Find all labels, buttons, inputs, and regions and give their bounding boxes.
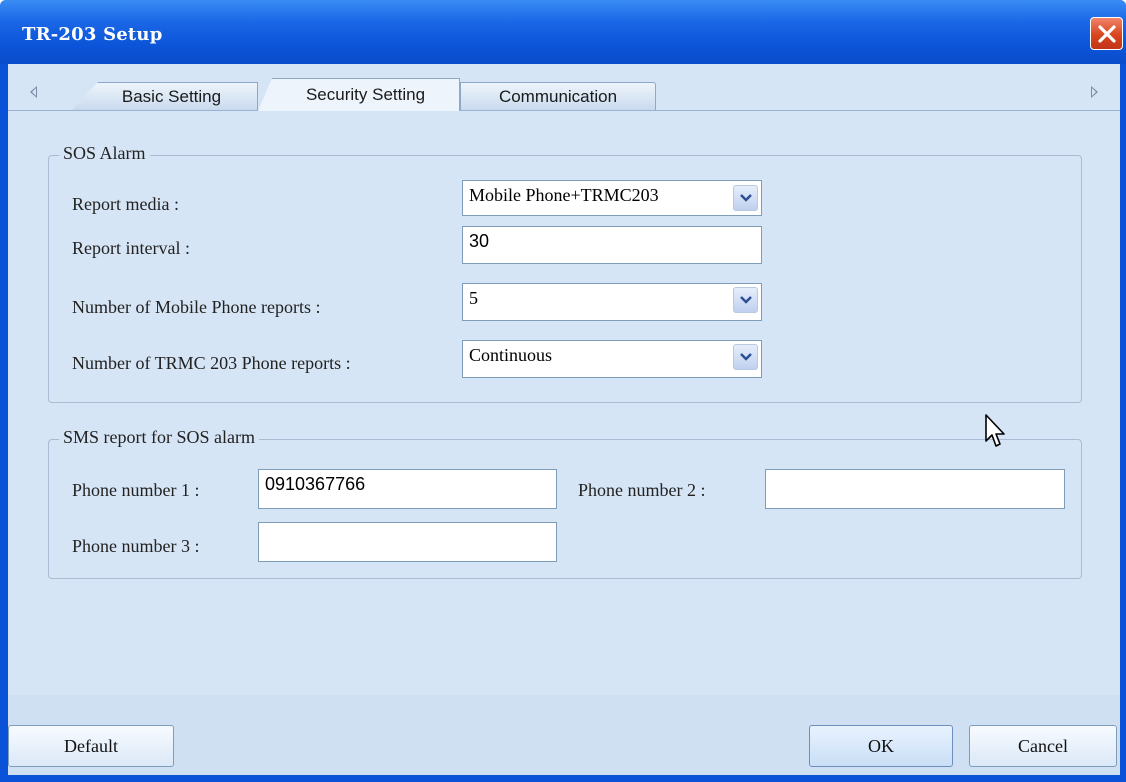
report-media-select[interactable]: Mobile Phone+TRMC203 <box>462 180 762 216</box>
tab-label: Security Setting <box>305 85 426 104</box>
report-interval-label: Report interval : <box>72 238 190 258</box>
dropdown-button[interactable] <box>733 344 758 370</box>
tab-label: Basic Setting <box>121 86 222 106</box>
phone-number-1-input[interactable]: 0910367766 <box>258 469 557 509</box>
tab-label: Communication <box>498 86 618 106</box>
chevron-down-icon <box>740 296 752 304</box>
dropdown-button[interactable] <box>733 185 758 211</box>
tab-strip: Basic Setting Security Setting Communica… <box>8 64 1120 111</box>
phone-number-2-label: Phone number 2 : <box>578 480 706 500</box>
sms-report-legend: SMS report for SOS alarm <box>59 427 259 448</box>
setup-dialog: TR-203 Setup Basic Setting Security Sett… <box>0 0 1126 782</box>
report-media-value: Mobile Phone+TRMC203 <box>469 185 659 205</box>
report-media-label: Report media : <box>72 194 179 214</box>
mobile-reports-value: 5 <box>469 288 478 308</box>
close-button[interactable] <box>1090 17 1123 50</box>
report-interval-value: 30 <box>469 231 490 251</box>
mouse-cursor-icon <box>985 414 1005 447</box>
ok-button[interactable]: OK <box>809 725 953 767</box>
cancel-button[interactable]: Cancel <box>969 725 1117 767</box>
trmc-reports-value: Continuous <box>469 345 553 365</box>
chevron-down-icon <box>740 353 752 361</box>
phone-number-3-input[interactable] <box>258 522 557 562</box>
sos-alarm-legend: SOS Alarm <box>59 143 150 164</box>
tab-security-setting[interactable]: Security Setting <box>258 78 460 111</box>
chevron-down-icon <box>740 194 752 202</box>
security-setting-panel: SOS Alarm Report media : Mobile Phone+TR… <box>8 110 1120 695</box>
phone-number-1-label: Phone number 1 : <box>72 480 200 500</box>
dialog-footer: Default OK Cancel <box>8 695 1120 775</box>
sms-report-group: SMS report for SOS alarm Phone number 1 … <box>48 427 1082 579</box>
scroll-right-icon[interactable] <box>1091 86 1098 98</box>
window-title: TR-203 Setup <box>22 24 163 45</box>
scroll-left-icon[interactable] <box>30 86 37 98</box>
mobile-reports-label: Number of Mobile Phone reports : <box>72 297 321 317</box>
phone-number-3-label: Phone number 3 : <box>72 536 200 556</box>
sos-alarm-group: SOS Alarm Report media : Mobile Phone+TR… <box>48 143 1082 403</box>
trmc-reports-select[interactable]: Continuous <box>462 340 762 378</box>
tab-basic-setting[interactable]: Basic Setting <box>72 82 258 110</box>
phone-number-1-value: 0910367766 <box>265 474 366 494</box>
default-button[interactable]: Default <box>8 725 174 767</box>
title-bar[interactable]: TR-203 Setup <box>0 0 1126 64</box>
dropdown-button[interactable] <box>733 287 758 313</box>
mobile-reports-select[interactable]: 5 <box>462 283 762 321</box>
tab-communication[interactable]: Communication <box>460 82 656 110</box>
phone-number-2-input[interactable] <box>765 469 1065 509</box>
report-interval-input[interactable]: 30 <box>462 226 762 264</box>
close-icon <box>1098 25 1116 43</box>
dialog-client: Basic Setting Security Setting Communica… <box>8 64 1120 775</box>
trmc-reports-label: Number of TRMC 203 Phone reports : <box>72 353 351 373</box>
